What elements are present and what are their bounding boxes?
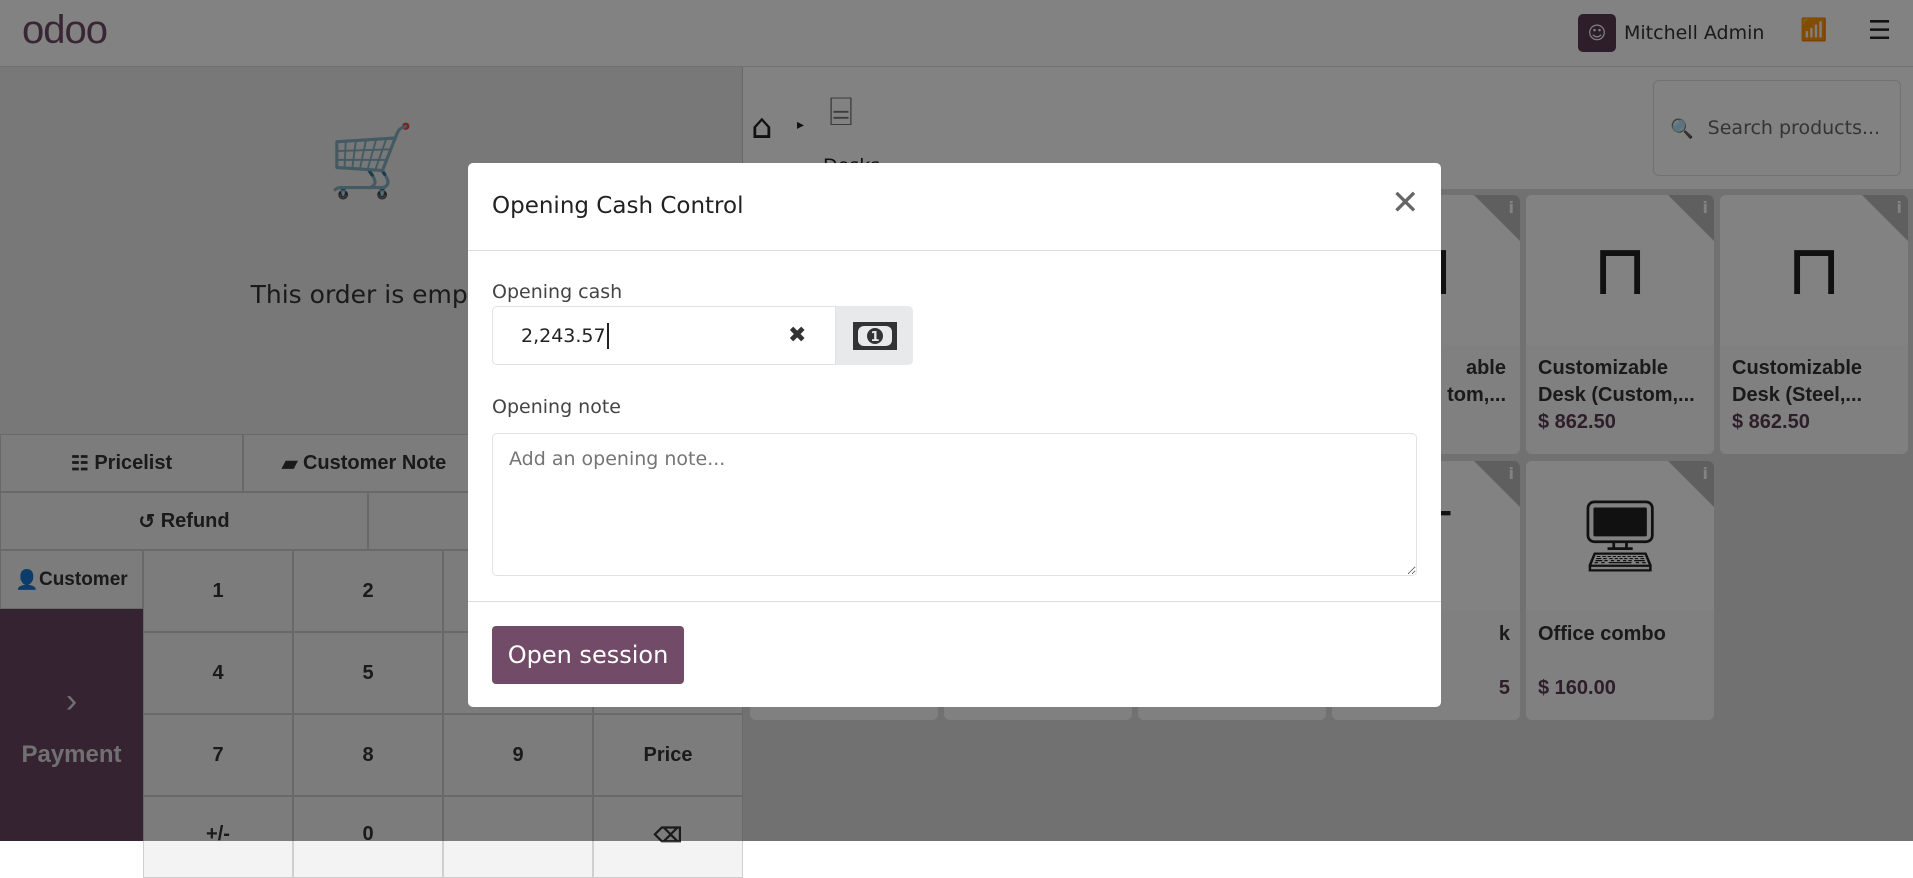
svg-text:1: 1 (870, 330, 879, 345)
divider (468, 250, 1441, 251)
money-details-button[interactable]: 1 (836, 306, 913, 365)
open-session-button[interactable]: Open session (492, 626, 684, 684)
opening-cash-input[interactable]: 2,243.57 (492, 306, 836, 365)
money-bill-icon: 1 (852, 321, 897, 350)
opening-note-textarea[interactable] (492, 433, 1417, 576)
opening-cash-dialog: Opening Cash Control ✕ Opening cash 2,24… (468, 163, 1441, 707)
text-cursor (606, 322, 609, 349)
clear-icon[interactable]: ✖ (788, 323, 806, 348)
divider (468, 601, 1441, 602)
opening-cash-label: Opening cash (492, 281, 623, 303)
dialog-title: Opening Cash Control (492, 193, 744, 219)
opening-note-label: Opening note (492, 396, 621, 418)
close-icon[interactable]: ✕ (1391, 183, 1420, 223)
